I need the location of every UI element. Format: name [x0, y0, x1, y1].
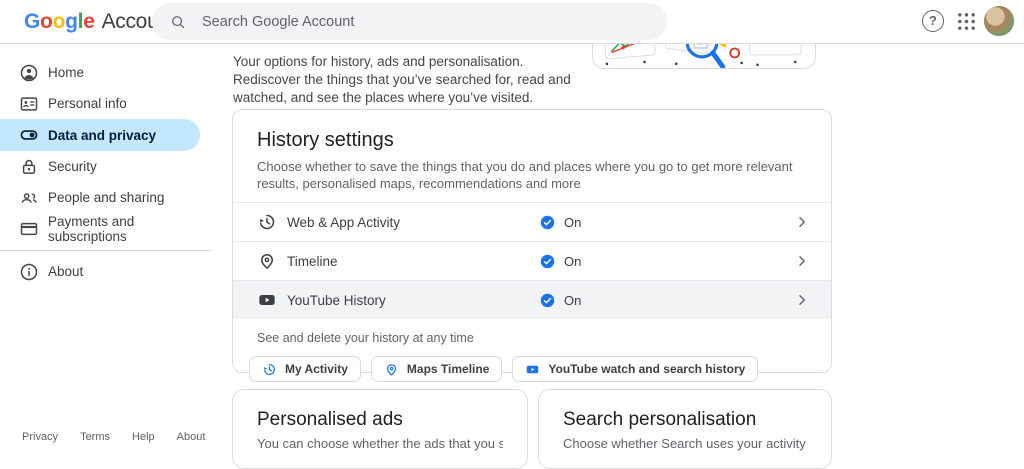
footer-link-privacy[interactable]: Privacy [22, 431, 58, 443]
footer-links: Privacy Terms Help About [22, 431, 205, 443]
sidebar-item-data-and-privacy[interactable]: Data and privacy [0, 119, 200, 151]
location-pin-icon [257, 251, 277, 271]
youtube-history-button[interactable]: YouTube watch and search history [512, 356, 758, 382]
card-description: Choose whether to save the things that y… [257, 158, 807, 192]
search-icon [169, 13, 187, 31]
chevron-right-icon [793, 252, 811, 270]
footer-link-help[interactable]: Help [132, 431, 155, 443]
logo-letter: e [83, 10, 94, 34]
logo-letter: g [65, 10, 78, 34]
sidebar-item-label: Security [48, 159, 97, 174]
sidebar-item-home[interactable]: Home [0, 57, 211, 88]
app-header: Google Account ? [0, 0, 1024, 44]
user-avatar[interactable] [984, 6, 1014, 36]
row-label: YouTube History [287, 293, 539, 308]
page-intro-text: Your options for history, ads and person… [233, 53, 575, 107]
footer-link-about[interactable]: About [177, 431, 206, 443]
history-clock-icon [257, 212, 277, 232]
lock-icon [19, 157, 39, 177]
row-status: On [539, 292, 581, 309]
logo-letter: o [53, 10, 66, 34]
help-glyph: ? [929, 14, 937, 28]
account-circle-icon [19, 63, 39, 83]
sidebar-divider [0, 250, 211, 251]
sidebar-item-label: Personal info [48, 96, 127, 111]
history-quick-links: My Activity Maps Timeline YouTube watch … [249, 356, 815, 382]
people-icon [19, 188, 39, 208]
row-label: Timeline [287, 254, 539, 269]
status-text: On [564, 215, 581, 230]
personalised-ads-card[interactable]: Personalised ads You can choose whether … [232, 389, 528, 469]
search-input[interactable] [200, 13, 624, 31]
google-apps-grid-icon[interactable] [956, 11, 977, 32]
card-title: Search personalisation [563, 409, 807, 431]
sidebar-item-personal-info[interactable]: Personal info [0, 88, 211, 119]
location-pin-icon [384, 362, 399, 377]
sidebar-nav: Home Personal info Data and privacy Secu… [0, 43, 211, 287]
row-web-app-activity[interactable]: Web & App Activity On [233, 202, 831, 241]
sidebar-item-label: Data and privacy [48, 128, 156, 143]
my-activity-button[interactable]: My Activity [249, 356, 361, 382]
sidebar-item-security[interactable]: Security [0, 151, 211, 182]
info-icon [19, 262, 39, 282]
chevron-right-icon [793, 291, 811, 309]
status-text: On [564, 254, 581, 269]
status-text: On [564, 293, 581, 308]
youtube-icon [257, 290, 277, 310]
sidebar-item-about[interactable]: About [0, 256, 211, 287]
button-label: My Activity [285, 362, 348, 376]
button-label: YouTube watch and search history [548, 362, 745, 376]
sidebar-item-label: About [48, 264, 83, 279]
footer-link-terms[interactable]: Terms [80, 431, 110, 443]
logo-letter: o [40, 10, 53, 34]
id-card-icon [19, 94, 39, 114]
sidebar-item-label: Home [48, 65, 84, 80]
maps-timeline-button[interactable]: Maps Timeline [371, 356, 502, 382]
card-title: History settings [257, 129, 807, 152]
card-title: Personalised ads [257, 409, 503, 431]
search-personalisation-card[interactable]: Search personalisation Choose whether Se… [538, 389, 832, 469]
credit-card-icon [19, 219, 39, 239]
row-timeline[interactable]: Timeline On [233, 241, 831, 280]
card-teaser: You can choose whether the ads that you … [257, 436, 503, 451]
check-circle-icon [539, 214, 556, 231]
sidebar-item-label: People and sharing [48, 190, 164, 205]
history-illustration [592, 43, 818, 69]
sidebar-item-label: Payments and subscriptions [48, 214, 211, 244]
sidebar-item-people-and-sharing[interactable]: People and sharing [0, 182, 211, 213]
row-label: Web & App Activity [287, 215, 539, 230]
button-label: Maps Timeline [407, 362, 489, 376]
toggle-icon [19, 125, 39, 145]
help-icon[interactable]: ? [922, 10, 944, 32]
row-youtube-history[interactable]: YouTube History On [233, 280, 831, 319]
row-status: On [539, 253, 581, 270]
chevron-right-icon [793, 213, 811, 231]
logo-letter: G [24, 10, 40, 34]
history-settings-card: History settings Choose whether to save … [232, 109, 832, 373]
history-clock-icon [262, 362, 277, 377]
card-teaser: Choose whether Search uses your activity… [563, 436, 807, 451]
check-circle-icon [539, 292, 556, 309]
history-footnote: See and delete your history at any time [257, 331, 807, 345]
row-status: On [539, 214, 581, 231]
youtube-icon [525, 362, 540, 377]
history-rows: Web & App Activity On Timeline On [233, 202, 831, 319]
account-search-bar[interactable] [152, 3, 667, 40]
check-circle-icon [539, 253, 556, 270]
sidebar-item-payments[interactable]: Payments and subscriptions [0, 213, 211, 244]
